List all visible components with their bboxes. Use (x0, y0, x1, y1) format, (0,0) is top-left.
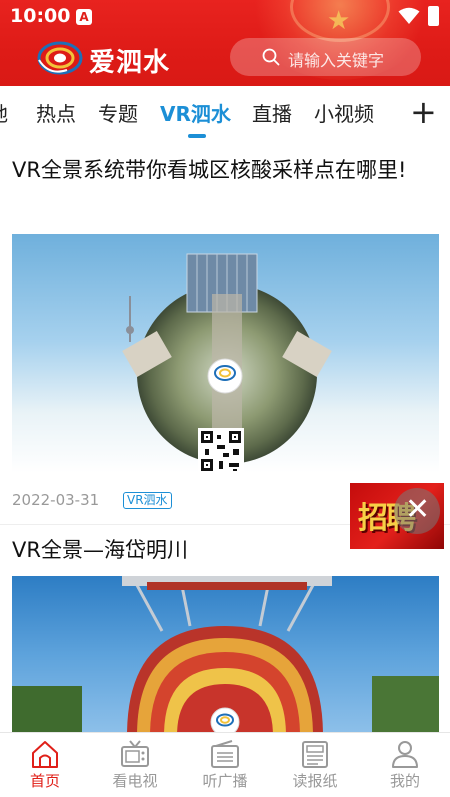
nav-label: 我的 (389, 772, 420, 790)
tab-special[interactable]: 专题 (98, 98, 138, 127)
home-icon (32, 741, 58, 768)
tab-vr-sishui[interactable]: VR泗水 (160, 98, 231, 127)
search-icon (262, 48, 280, 66)
tab-live[interactable]: 直播 (252, 98, 292, 127)
article-title[interactable]: VR全景系统带你看城区核酸采样点在哪里! (12, 152, 422, 188)
close-ad-button[interactable]: ✕ (394, 488, 440, 534)
article-image[interactable] (12, 576, 439, 732)
nav-label: 首页 (29, 772, 60, 790)
nav-label: 读报纸 (292, 772, 338, 790)
bottom-navigation: 首页 看电视 听广播 读报纸 我的 (0, 732, 450, 797)
radio-icon (211, 740, 239, 768)
news-feed[interactable]: VR全景系统带你看城区核酸采样点在哪里! 2022-03-31 VR泗水 VR全… (0, 140, 450, 732)
nav-item-tv[interactable]: 看电视 (90, 733, 180, 797)
article-date: 2022-03-31 (12, 491, 100, 509)
user-icon (392, 741, 418, 768)
vr-panorama-image (122, 253, 332, 473)
newspaper-icon (302, 741, 328, 768)
app-header: ★ 10:00 A 爱泗水 请输入关键字 (0, 0, 450, 86)
tv-icon (121, 740, 149, 767)
vr-panorama-image (12, 576, 439, 732)
add-channel-button[interactable]: + (406, 90, 440, 134)
article-image[interactable] (12, 234, 439, 473)
tab-local[interactable]: 地 (0, 98, 8, 127)
nav-label: 看电视 (112, 772, 158, 790)
close-icon: ✕ (405, 492, 431, 527)
wifi-icon (398, 7, 420, 24)
tab-short-video[interactable]: 小视频 (314, 98, 374, 127)
status-time: 10:00 (10, 5, 71, 27)
active-tab-indicator (188, 134, 206, 138)
plus-icon: + (410, 93, 437, 131)
nav-item-radio[interactable]: 听广播 (180, 733, 270, 797)
battery-icon (428, 6, 439, 26)
nav-label: 听广播 (202, 772, 248, 790)
search-input[interactable]: 请输入关键字 (230, 38, 421, 76)
a-icon: A (76, 9, 92, 25)
channel-tabs: 地 热点 专题 VR泗水 直播 小视频 + (0, 86, 450, 140)
nav-item-me[interactable]: 我的 (360, 733, 450, 797)
article-tag-badge: VR泗水 (123, 492, 172, 509)
swirl-logo-icon (37, 41, 83, 75)
tab-hot[interactable]: 热点 (36, 98, 76, 127)
status-bar: 10:00 A (0, 0, 450, 34)
search-placeholder: 请输入关键字 (288, 51, 385, 70)
nav-item-newspaper[interactable]: 读报纸 (270, 733, 360, 797)
app-name: 爱泗水 (89, 48, 171, 78)
nav-item-home[interactable]: 首页 (0, 733, 90, 797)
